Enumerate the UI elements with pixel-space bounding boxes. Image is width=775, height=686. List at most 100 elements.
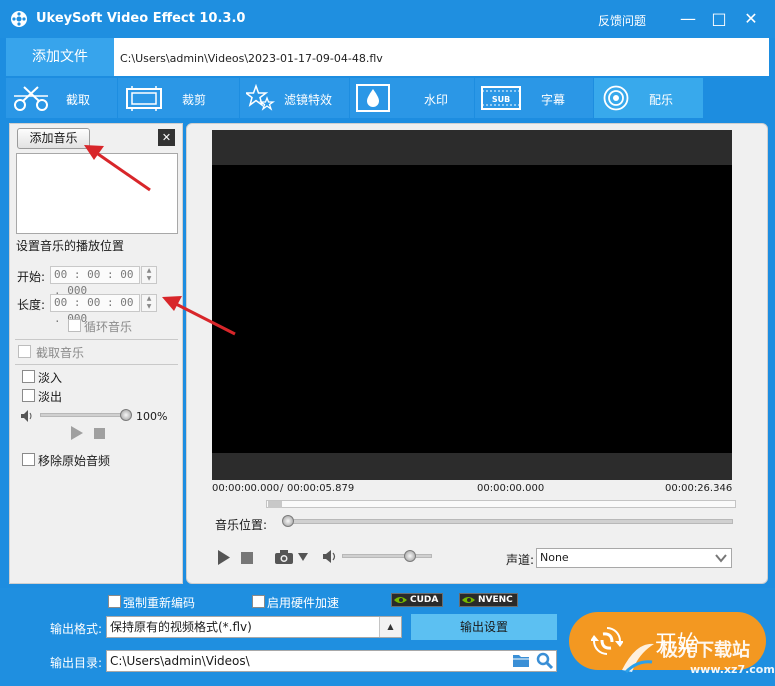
stars-icon bbox=[246, 84, 276, 111]
time-selection-end: 00:00:05.879 bbox=[287, 483, 355, 494]
fade-in-label: 淡入 bbox=[38, 371, 63, 385]
loop-label: 循环音乐 bbox=[84, 320, 133, 334]
format-label: 输出格式: bbox=[50, 622, 103, 636]
scissors-icon bbox=[14, 86, 48, 111]
cuda-label: CUDA bbox=[410, 595, 439, 605]
site-logo-icon bbox=[622, 643, 654, 674]
speaker-icon bbox=[323, 550, 336, 563]
title-bar: UkeySoft Video Effect 10.3.0 反馈问题 — □ ✕ bbox=[0, 0, 775, 38]
fade-in-checkbox[interactable] bbox=[22, 370, 35, 383]
length-time-spinner[interactable]: ▲ ▼ bbox=[141, 294, 157, 312]
length-time-field[interactable]: 00 : 00 : 00 . 000 bbox=[50, 294, 140, 325]
reencode-label: 强制重新编码 bbox=[123, 596, 196, 610]
divider bbox=[15, 364, 178, 365]
channel-select-value: None bbox=[540, 551, 569, 564]
position-title: 设置音乐的播放位置 bbox=[16, 239, 125, 253]
remove-original-audio-checkbox[interactable] bbox=[22, 453, 35, 466]
format-select-value: 保持原有的视频格式(*.flv) bbox=[110, 620, 252, 634]
start-label: 开始: bbox=[17, 270, 46, 284]
chevron-down-icon[interactable] bbox=[713, 551, 729, 565]
divider bbox=[15, 339, 178, 340]
preview-volume-knob[interactable] bbox=[403, 550, 416, 562]
tab-audio[interactable]: 配乐 bbox=[594, 78, 703, 118]
close-button[interactable]: ✕ bbox=[740, 8, 762, 30]
fade-out-checkbox[interactable] bbox=[22, 389, 35, 402]
svg-text:SUB: SUB bbox=[492, 95, 510, 104]
maximize-button[interactable]: □ bbox=[708, 8, 730, 30]
video-letterbox-top bbox=[212, 130, 732, 165]
audio-wave-icon bbox=[603, 85, 629, 111]
search-icon[interactable] bbox=[536, 652, 554, 669]
tab-label: 滤镜特效 bbox=[284, 93, 333, 107]
file-path: C:\Users\admin\Videos\2023-01-17-09-04-4… bbox=[120, 52, 383, 65]
tab-subtitle[interactable]: SUB 字幕 bbox=[475, 78, 593, 118]
length-label: 长度: bbox=[17, 298, 46, 312]
music-position-knob[interactable] bbox=[282, 515, 294, 527]
add-music-button[interactable]: 添加音乐 bbox=[17, 128, 90, 149]
nvenc-badge: NVENC bbox=[459, 593, 518, 607]
output-dir-field[interactable]: C:\Users\admin\Videos\ bbox=[106, 650, 557, 672]
channel-label: 声道: bbox=[506, 553, 535, 567]
format-select[interactable]: 保持原有的视频格式(*.flv) ▲ bbox=[106, 616, 402, 638]
range-start-handle[interactable] bbox=[268, 501, 282, 508]
music-volume-knob[interactable] bbox=[120, 409, 132, 421]
cuda-badge: CUDA bbox=[391, 593, 444, 607]
music-position-label: 音乐位置: bbox=[215, 518, 268, 532]
play-icon[interactable] bbox=[70, 426, 84, 440]
start-time-field[interactable]: 00 : 00 : 00 . 000 bbox=[50, 266, 140, 297]
time-current: 00:00:00.000 bbox=[477, 483, 545, 494]
play-icon[interactable] bbox=[217, 550, 231, 565]
tab-trim[interactable]: 截取 bbox=[6, 78, 117, 118]
music-list[interactable] bbox=[16, 153, 178, 234]
crop-icon bbox=[126, 86, 162, 111]
nvidia-eye-icon bbox=[394, 597, 407, 603]
tab-watermark[interactable]: 水印 bbox=[350, 78, 474, 118]
app-title: UkeySoft Video Effect 10.3.0 bbox=[36, 11, 246, 26]
hw-accel-checkbox[interactable] bbox=[252, 595, 265, 608]
add-file-button[interactable]: 添加文件 bbox=[6, 38, 114, 76]
subtitle-icon: SUB bbox=[481, 86, 521, 110]
stop-icon[interactable] bbox=[241, 552, 253, 564]
music-position-slider[interactable] bbox=[285, 519, 733, 524]
speaker-icon bbox=[21, 410, 32, 422]
tab-label: 裁剪 bbox=[182, 93, 207, 107]
tab-label: 配乐 bbox=[649, 93, 674, 107]
start-time-spinner[interactable]: ▲ ▼ bbox=[141, 266, 157, 284]
tab-crop[interactable]: 裁剪 bbox=[118, 78, 239, 118]
tab-filters[interactable]: 滤镜特效 bbox=[240, 78, 349, 118]
camera-icon[interactable] bbox=[274, 549, 294, 565]
time-start: 00:00:00.000 bbox=[212, 483, 280, 494]
film-reel-icon bbox=[11, 11, 27, 27]
time-total: 00:00:26.346 bbox=[665, 483, 733, 494]
music-volume-slider[interactable] bbox=[40, 413, 126, 417]
chevron-down-icon[interactable] bbox=[298, 552, 308, 562]
site-watermark-text: 极光下载站 bbox=[660, 640, 750, 661]
site-watermark-url: www.xz7.com bbox=[690, 663, 775, 676]
tab-label: 字幕 bbox=[541, 93, 566, 107]
time-separator: / bbox=[280, 483, 284, 494]
minimize-button[interactable]: — bbox=[677, 8, 699, 30]
watermark-icon bbox=[356, 84, 390, 112]
feedback-link[interactable]: 反馈问题 bbox=[598, 12, 646, 29]
video-letterbox-bottom bbox=[212, 453, 732, 480]
tab-label: 水印 bbox=[424, 93, 449, 107]
close-panel-button[interactable]: ✕ bbox=[158, 129, 175, 146]
fade-out-label: 淡出 bbox=[38, 390, 63, 404]
loop-checkbox[interactable] bbox=[68, 319, 81, 332]
output-dir-value: C:\Users\admin\Videos\ bbox=[110, 654, 250, 668]
channel-select[interactable]: None bbox=[536, 548, 732, 568]
video-preview[interactable] bbox=[212, 165, 732, 453]
output-settings-button[interactable]: 输出设置 bbox=[411, 614, 557, 640]
reencode-checkbox[interactable] bbox=[108, 595, 121, 608]
music-volume-value: 100% bbox=[136, 410, 168, 423]
tab-label: 截取 bbox=[66, 93, 91, 107]
timeline-range[interactable] bbox=[266, 500, 736, 508]
remove-original-audio-label: 移除原始音频 bbox=[38, 454, 111, 468]
folder-icon[interactable] bbox=[512, 653, 530, 668]
chevron-up-icon[interactable]: ▲ bbox=[379, 617, 401, 637]
nvenc-label: NVENC bbox=[478, 595, 513, 605]
trim-music-label: 截取音乐 bbox=[36, 346, 85, 360]
preview-volume-slider[interactable] bbox=[342, 554, 432, 558]
trim-music-checkbox[interactable] bbox=[18, 345, 31, 358]
stop-icon[interactable] bbox=[94, 428, 105, 439]
